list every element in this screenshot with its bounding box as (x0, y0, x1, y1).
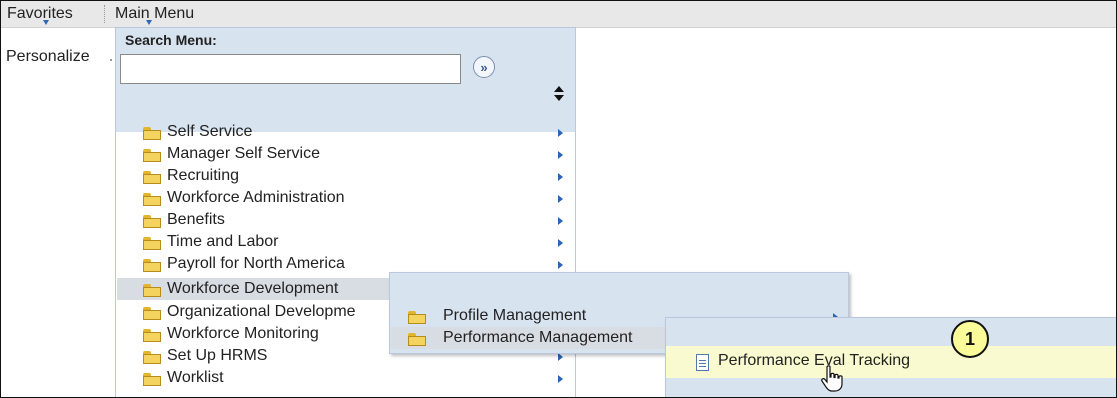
folder-icon (143, 237, 161, 250)
submenu-item-label: Performance Eval Tracking (718, 352, 911, 369)
folder-icon (143, 215, 161, 228)
folder-icon (143, 307, 161, 320)
folder-icon (143, 329, 161, 342)
step-callout-badge: 1 (951, 320, 989, 358)
main-menu[interactable]: Main Menu (115, 4, 194, 24)
menu-item-label: Set Up HRMS (167, 347, 268, 364)
hand-pointer-icon (821, 365, 843, 392)
favorites-menu[interactable]: Favorites (7, 4, 73, 24)
document-icon (696, 354, 709, 371)
personalize-link[interactable]: Personalize (6, 48, 90, 66)
search-menu-input[interactable] (120, 54, 461, 84)
menu-item-label: Payroll for North America (167, 255, 345, 272)
menu-item-workforce-administration[interactable]: Workforce Administration (117, 187, 574, 209)
menu-item-label: Recruiting (167, 167, 240, 184)
folder-icon (143, 127, 161, 140)
top-menu-bar: Favorites Main Menu (1, 1, 1116, 28)
folder-icon (408, 333, 426, 346)
folder-icon (143, 193, 161, 206)
chevron-right-icon (558, 261, 563, 269)
menu-item-self-service[interactable]: Self Service (117, 121, 574, 143)
folder-icon (143, 284, 161, 297)
folder-icon (408, 311, 426, 324)
favorites-dropdown-icon (43, 20, 49, 25)
folder-icon (143, 171, 161, 184)
menu-separator (104, 5, 105, 23)
menu-item-time-and-labor[interactable]: Time and Labor (117, 231, 574, 253)
main-menu-dropdown-icon (146, 20, 152, 25)
chevron-right-icon (558, 173, 563, 181)
menu-item-label: Workforce Monitoring (167, 325, 319, 342)
chevron-right-icon (558, 151, 563, 159)
personalize-marker (110, 59, 112, 61)
menu-item-label: Manager Self Service (167, 145, 320, 162)
menu-item-recruiting[interactable]: Recruiting (117, 165, 574, 187)
chevron-right-icon (558, 217, 563, 225)
menu-item-benefits[interactable]: Benefits (117, 209, 574, 231)
chevron-right-icon (558, 195, 563, 203)
search-go-button[interactable]: » (473, 56, 495, 78)
chevron-right-icon (558, 353, 563, 361)
folder-icon (143, 149, 161, 162)
menu-item-worklist[interactable]: Worklist (117, 367, 574, 389)
folder-icon (143, 373, 161, 386)
chevron-right-icon (558, 375, 563, 383)
search-menu-label: Search Menu: (125, 32, 217, 48)
folder-icon (143, 351, 161, 364)
menu-item-label: Self Service (167, 123, 253, 140)
menu-item-label: Workforce Administration (167, 189, 345, 206)
menu-item-manager-self-service[interactable]: Manager Self Service (117, 143, 574, 165)
screen: Favorites Main Menu Personalize Search M… (0, 0, 1117, 398)
submenu-item-label: Performance Management (443, 329, 633, 346)
submenu-item-performance-eval-tracking[interactable]: Performance Eval Tracking (666, 346, 1116, 378)
menu-item-label: Benefits (167, 211, 225, 228)
menu-item-label: Worklist (167, 369, 224, 386)
menu-item-label: Organizational Developme (167, 303, 356, 320)
submenu-item-label: Profile Management (443, 307, 587, 324)
menu-item-label: Time and Labor (167, 233, 279, 250)
chevron-right-icon (558, 129, 563, 137)
performance-management-submenu: Performance Eval Tracking (665, 317, 1116, 397)
folder-icon (143, 259, 161, 272)
chevron-right-icon (558, 239, 563, 247)
sort-icon[interactable] (554, 86, 564, 104)
menu-item-label: Workforce Development (167, 280, 339, 297)
